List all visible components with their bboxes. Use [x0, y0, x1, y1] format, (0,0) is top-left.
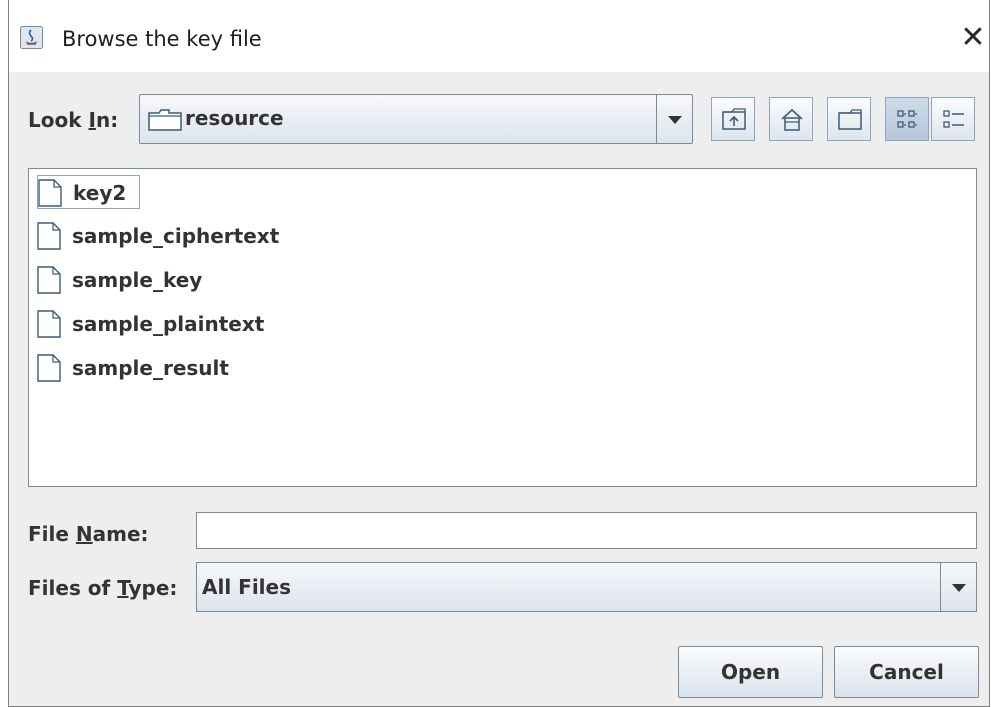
file-name: sample_ciphertext	[72, 224, 280, 248]
file-name-input[interactable]	[196, 512, 977, 549]
files-of-type-combo[interactable]: All Files	[196, 562, 977, 612]
java-app-icon	[20, 26, 43, 49]
file-name-label: File Name:	[28, 522, 149, 546]
look-in-label: Look In:	[28, 108, 119, 132]
title-bar: Browse the key file ✕	[9, 0, 989, 72]
chevron-down-icon	[951, 584, 966, 592]
up-one-level-button[interactable]	[711, 97, 755, 141]
home-button[interactable]	[769, 97, 813, 141]
file-name: key2	[73, 181, 127, 205]
file-icon	[37, 354, 61, 382]
list-view-button[interactable]	[885, 97, 929, 141]
list-item[interactable]: key2	[37, 175, 140, 209]
window-title: Browse the key file	[62, 27, 262, 51]
up-folder-icon	[722, 108, 746, 130]
folder-icon	[148, 109, 182, 131]
new-folder-icon	[838, 109, 862, 130]
files-of-type-label: Files of Type:	[28, 576, 178, 600]
details-view-button[interactable]	[931, 97, 975, 141]
file-icon	[37, 222, 61, 250]
look-in-dropdown-button[interactable]	[656, 95, 692, 143]
file-list[interactable]: key2 sample_ciphertext sample_key sample…	[28, 168, 977, 487]
list-view-icon	[897, 110, 917, 128]
look-in-combo[interactable]: resource	[139, 94, 693, 144]
files-of-type-dropdown-button[interactable]	[940, 563, 976, 611]
new-folder-button[interactable]	[827, 97, 871, 141]
open-button[interactable]: Open	[678, 646, 823, 698]
file-name: sample_plaintext	[72, 312, 265, 336]
file-name: sample_result	[72, 356, 229, 380]
file-icon	[37, 266, 61, 294]
close-icon[interactable]: ✕	[955, 18, 991, 58]
file-icon	[37, 310, 61, 338]
chevron-down-icon	[667, 116, 682, 124]
files-of-type-value: All Files	[202, 575, 291, 599]
cancel-button[interactable]: Cancel	[834, 646, 979, 698]
home-icon	[781, 108, 803, 131]
file-icon	[38, 179, 62, 207]
look-in-value: resource	[185, 106, 284, 130]
file-name: sample_key	[72, 268, 203, 292]
file-chooser-dialog: Browse the key file ✕ Look In: resource	[8, 0, 990, 707]
details-view-icon	[943, 110, 964, 128]
